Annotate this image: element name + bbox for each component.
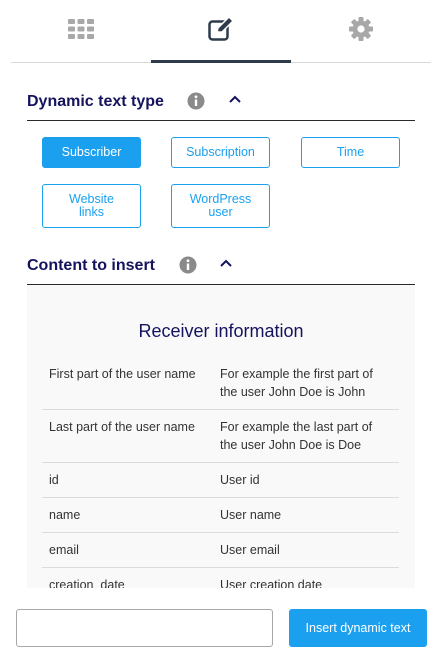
wordpress-user-button[interactable]: WordPress user xyxy=(171,184,270,228)
table-row[interactable]: id User id xyxy=(42,462,399,498)
bottom-bar: Insert dynamic text xyxy=(0,588,443,666)
field-name: First part of the user name xyxy=(42,357,213,410)
table-row[interactable]: Last part of the user name For example t… xyxy=(42,409,399,463)
tab-settings[interactable] xyxy=(291,0,431,62)
chevron-up-icon[interactable] xyxy=(219,256,233,270)
field-description: User name xyxy=(213,497,399,533)
tab-edit[interactable] xyxy=(151,0,291,63)
dynamic-text-input[interactable] xyxy=(16,609,273,647)
info-icon[interactable] xyxy=(187,92,205,110)
table-row[interactable]: email User email xyxy=(42,532,399,568)
mode-tabs xyxy=(11,0,431,63)
content-panel: Receiver information First part of the u… xyxy=(27,285,415,588)
field-description: User email xyxy=(213,532,399,568)
field-description: User id xyxy=(213,462,399,498)
field-name: email xyxy=(42,532,213,568)
gear-icon xyxy=(349,16,373,46)
time-button[interactable]: Time xyxy=(301,137,400,168)
edit-icon xyxy=(208,15,235,46)
section-title: Dynamic text type xyxy=(27,93,164,110)
chevron-up-icon[interactable] xyxy=(228,92,242,106)
grid-icon xyxy=(68,18,94,44)
table-row[interactable]: creation_date User creation date xyxy=(42,567,399,588)
field-name: Last part of the user name xyxy=(42,409,213,463)
field-name: name xyxy=(42,497,213,533)
content-to-insert-header: Content to insert xyxy=(27,248,415,285)
field-description: User creation date xyxy=(213,567,399,588)
subscription-button[interactable]: Subscription xyxy=(171,137,270,168)
table-row[interactable]: First part of the user name For example … xyxy=(42,357,399,410)
receiver-info-table: First part of the user name For example … xyxy=(42,357,399,588)
dynamic-text-type-header: Dynamic text type xyxy=(27,84,415,121)
insert-dynamic-text-button[interactable]: Insert dynamic text xyxy=(289,609,427,647)
field-name: id xyxy=(42,462,213,498)
field-description: For example the last part of the user Jo… xyxy=(213,409,399,463)
field-name: creation_date xyxy=(42,567,213,588)
receiver-title: Receiver information xyxy=(138,321,304,341)
website-links-button[interactable]: Website links xyxy=(42,184,141,228)
section-title: Content to insert xyxy=(27,257,155,274)
info-icon[interactable] xyxy=(179,256,197,274)
tab-blocks[interactable] xyxy=(11,0,151,62)
field-description: For example the first part of the user J… xyxy=(213,357,399,410)
subscriber-button[interactable]: Subscriber xyxy=(42,137,141,168)
table-row[interactable]: name User name xyxy=(42,497,399,533)
